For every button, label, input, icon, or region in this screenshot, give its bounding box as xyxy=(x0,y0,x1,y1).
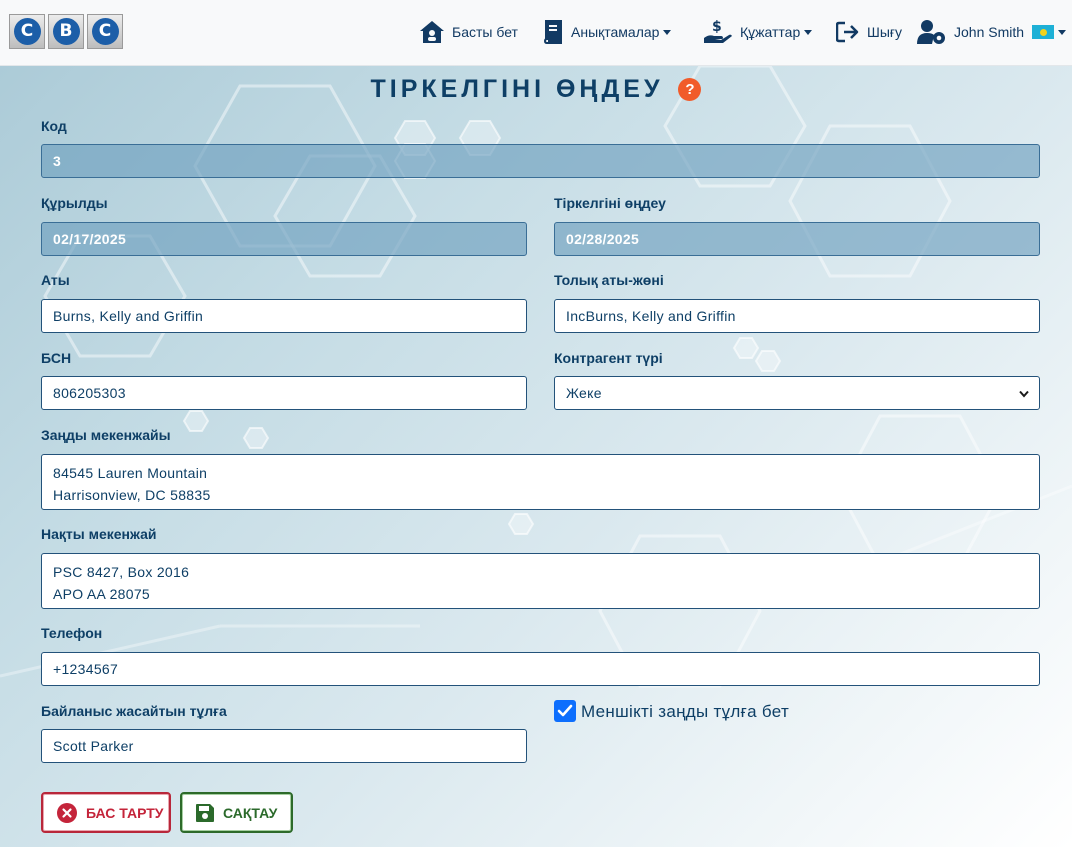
caret-down-icon xyxy=(1058,30,1067,35)
caret-down-icon xyxy=(804,30,813,35)
cancel-button-label: БАС ТАРТУ xyxy=(86,804,164,821)
close-circle-icon xyxy=(56,802,78,824)
nav-documents-label: Құжаттар xyxy=(740,24,801,40)
nav-documents-dropdown[interactable]: $ Құжаттар xyxy=(703,18,813,46)
checkmark-icon xyxy=(557,704,573,717)
full-name-label: Толық аты-жөні xyxy=(554,272,664,288)
modified-date-field: 02/28/2025 xyxy=(554,222,1040,256)
phone-label: Телефон xyxy=(41,625,103,641)
save-button-label: САҚТАУ xyxy=(223,804,278,821)
cbc-logo[interactable]: C B C xyxy=(9,14,123,49)
chevron-down-icon xyxy=(1019,390,1029,398)
counterparty-type-label: Контрагент түрі xyxy=(554,350,663,366)
floppy-disk-icon xyxy=(195,803,215,823)
modified-label: Тіркелгіні өңдеу xyxy=(554,195,666,211)
caret-down-icon xyxy=(663,30,672,35)
legal-address-label: Заңды мекенжайы xyxy=(41,427,171,443)
contact-person-label: Байланыс жасайтын тұлға xyxy=(41,703,227,719)
legal-address-textarea[interactable]: 84545 Lauren Mountain Harrisonview, DC 5… xyxy=(41,454,1040,510)
page-title-row: ТІРКЕЛГІНІ ӨҢДЕУ ? xyxy=(0,75,1072,104)
created-label: Құрылды xyxy=(41,195,108,211)
nav-references-dropdown[interactable]: Анықтамалар xyxy=(542,18,672,46)
logo-letter-b: B xyxy=(48,14,84,49)
own-entity-checkbox[interactable] xyxy=(554,700,576,722)
nav-references-label: Анықтамалар xyxy=(571,24,660,40)
actual-address-label: Нақты мекенжай xyxy=(41,526,157,542)
name-label: Аты xyxy=(41,272,70,288)
created-date-field: 02/17/2025 xyxy=(41,222,527,256)
own-entity-label: Меншікті заңды тұлға бет xyxy=(581,702,790,721)
user-name: John Smith xyxy=(954,24,1025,40)
home-icon xyxy=(420,21,444,43)
user-settings-icon xyxy=(917,20,945,44)
full-name-input[interactable]: IncBurns, Kelly and Griffin xyxy=(554,299,1040,333)
bin-input[interactable]: 806205303 xyxy=(41,376,527,410)
kazakhstan-flag-icon xyxy=(1032,25,1055,39)
book-icon xyxy=(543,20,562,44)
help-icon[interactable]: ? xyxy=(678,78,702,101)
code-label: Код xyxy=(41,118,67,134)
navbar: C B C Басты бет Анықтамалар $ Құжаттар Ш… xyxy=(0,0,1072,66)
nav-logout-label: Шығу xyxy=(867,24,902,40)
page-title: ТІРКЕЛГІНІ ӨҢДЕУ xyxy=(370,75,664,103)
counterparty-type-value: Жеке xyxy=(566,385,602,401)
save-button[interactable]: САҚТАУ xyxy=(180,792,293,833)
hand-money-icon: $ xyxy=(704,19,732,43)
logo-letter-c1: C xyxy=(9,14,45,49)
counterparty-type-select[interactable]: Жеке xyxy=(554,376,1040,410)
logout-icon xyxy=(836,21,859,43)
logo-letter-c2: C xyxy=(87,14,123,49)
name-input[interactable]: Burns, Kelly and Griffin xyxy=(41,299,527,333)
actual-address-textarea[interactable]: PSC 8427, Box 2016 APO AA 28075 xyxy=(41,553,1040,609)
logo-letter: C xyxy=(91,18,119,45)
edit-account-form: ТІРКЕЛГІНІ ӨҢДЕУ ? Код 3 Құрылды 02/17/2… xyxy=(0,66,1072,847)
svg-text:$: $ xyxy=(712,19,722,35)
cancel-button[interactable]: БАС ТАРТУ xyxy=(41,792,171,833)
bin-label: БСН xyxy=(41,350,72,366)
user-menu-dropdown[interactable]: John Smith xyxy=(917,18,1067,46)
contact-person-input[interactable]: Scott Parker xyxy=(41,729,527,763)
logo-letter: C xyxy=(13,18,41,45)
nav-home[interactable]: Басты бет xyxy=(419,18,518,46)
logo-letter: B xyxy=(52,18,80,45)
phone-input[interactable]: +1234567 xyxy=(41,652,1040,686)
nav-home-label: Басты бет xyxy=(452,24,518,40)
nav-logout[interactable]: Шығу xyxy=(836,18,902,46)
code-field: 3 xyxy=(41,144,1040,178)
